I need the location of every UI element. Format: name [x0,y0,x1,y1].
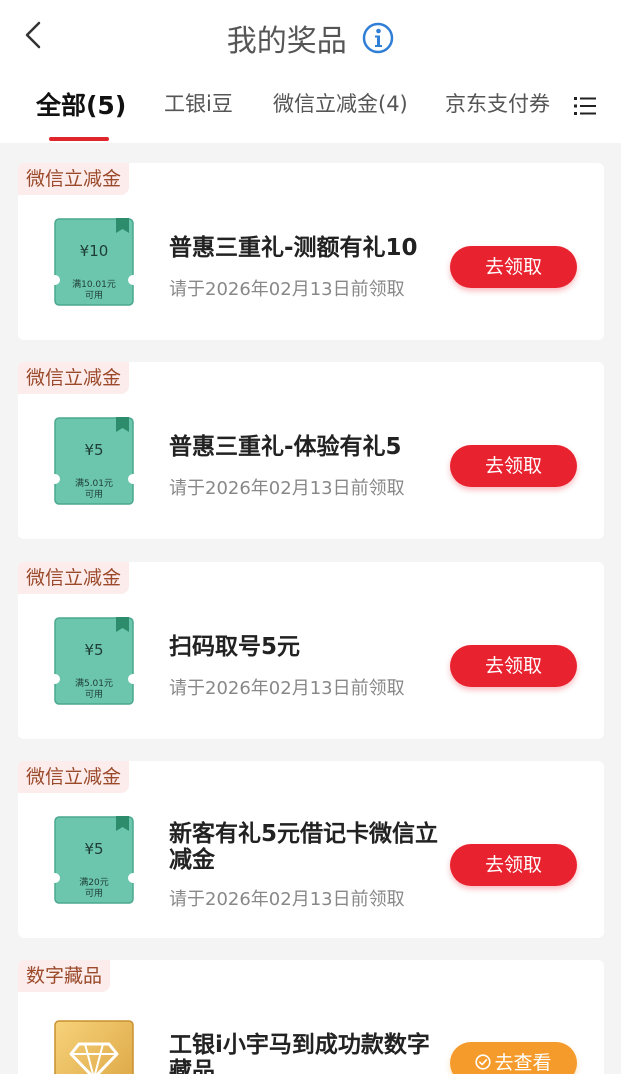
coupon-use: 可用 [85,689,103,700]
coupon-amount: ¥10 [80,242,109,260]
claim-button[interactable]: 去领取 [450,645,577,687]
claim-button[interactable]: 去领取 [450,246,577,288]
coupon-use: 可用 [85,489,103,500]
digital-collectible-icon [54,1020,134,1074]
coupon-icon: ¥10 满10.01元 可用 [54,218,134,306]
coupon-condition: 满5.01元 [75,478,113,489]
prize-name: 扫码取号5元 [169,634,301,660]
prize-deadline: 请于2026年02月13日前领取 [169,678,405,699]
prize-name: 工银i小宇马到成功款数字藏品 [169,1032,430,1074]
prize-deadline: 请于2026年02月13日前领取 [169,889,405,910]
title-bar: 我的奖品 [0,16,621,60]
prize-tag: 微信立减金 [18,562,130,594]
prize-card[interactable]: 微信立减金 ¥5 满5.01元 可用 普惠三重礼-体验有礼5 请于2026年02… [18,362,604,539]
page-title: 我的奖品 [226,24,347,59]
prize-tag: 微信立减金 [18,761,130,793]
view-button-label: 去查看 [494,1052,552,1074]
prize-tag: 微信立减金 [18,163,130,195]
coupon-amount: ¥5 [84,840,103,858]
prize-deadline: 请于2026年02月13日前领取 [169,478,405,499]
info-icon[interactable] [362,22,394,54]
coupon-condition: 满20元 [79,877,108,888]
coupon-icon: ¥5 满5.01元 可用 [54,417,134,505]
prize-card[interactable]: 数字藏品 工银i小宇马到成功款数字藏品 去查看 [18,960,604,1074]
header: 我的奖品 [0,0,621,70]
view-button[interactable]: 去查看 [450,1042,577,1074]
coupon-use: 可用 [85,290,103,301]
tab-wechat-discount[interactable]: 微信立减金(4) [273,88,408,118]
coupon-icon: ¥5 满20元 可用 [54,816,134,904]
coupon-use: 可用 [85,888,103,899]
prize-tag: 微信立减金 [18,362,130,394]
coupon-condition: 满10.01元 [72,279,116,290]
coupon-amount: ¥5 [84,441,103,459]
coupon-icon: ¥5 满5.01元 可用 [54,617,134,705]
tab-bar: 全部(5) 工银i豆 微信立减金(4) 京东支付券 [0,70,621,143]
tab-icbc-beans[interactable]: 工银i豆 [164,88,233,118]
claim-button[interactable]: 去领取 [450,445,577,487]
prize-card[interactable]: 微信立减金 ¥5 满20元 可用 新客有礼5元借记卡微信立减金 请于2026年0… [18,761,604,938]
prize-name: 普惠三重礼-体验有礼5 [169,434,402,460]
tab-jd-pay-coupon[interactable]: 京东支付券 [445,88,550,118]
claim-button[interactable]: 去领取 [450,844,577,886]
coupon-amount: ¥5 [84,641,103,659]
tab-all[interactable]: 全部(5) [36,86,126,122]
coupon-condition: 满5.01元 [75,678,113,689]
prize-card[interactable]: 微信立减金 ¥5 满5.01元 可用 扫码取号5元 请于2026年02月13日前… [18,562,604,739]
prize-name: 普惠三重礼-测额有礼10 [169,235,418,261]
list-icon[interactable] [574,96,596,116]
prize-card[interactable]: 微信立减金 ¥10 满10.01元 可用 普惠三重礼-测额有礼10 请于2026… [18,163,604,340]
prize-deadline: 请于2026年02月13日前领取 [169,279,405,300]
active-tab-indicator [49,137,109,141]
prize-name: 新客有礼5元借记卡微信立减金 [169,821,439,873]
prize-tag: 数字藏品 [18,960,111,992]
check-circle-icon [475,1054,492,1070]
